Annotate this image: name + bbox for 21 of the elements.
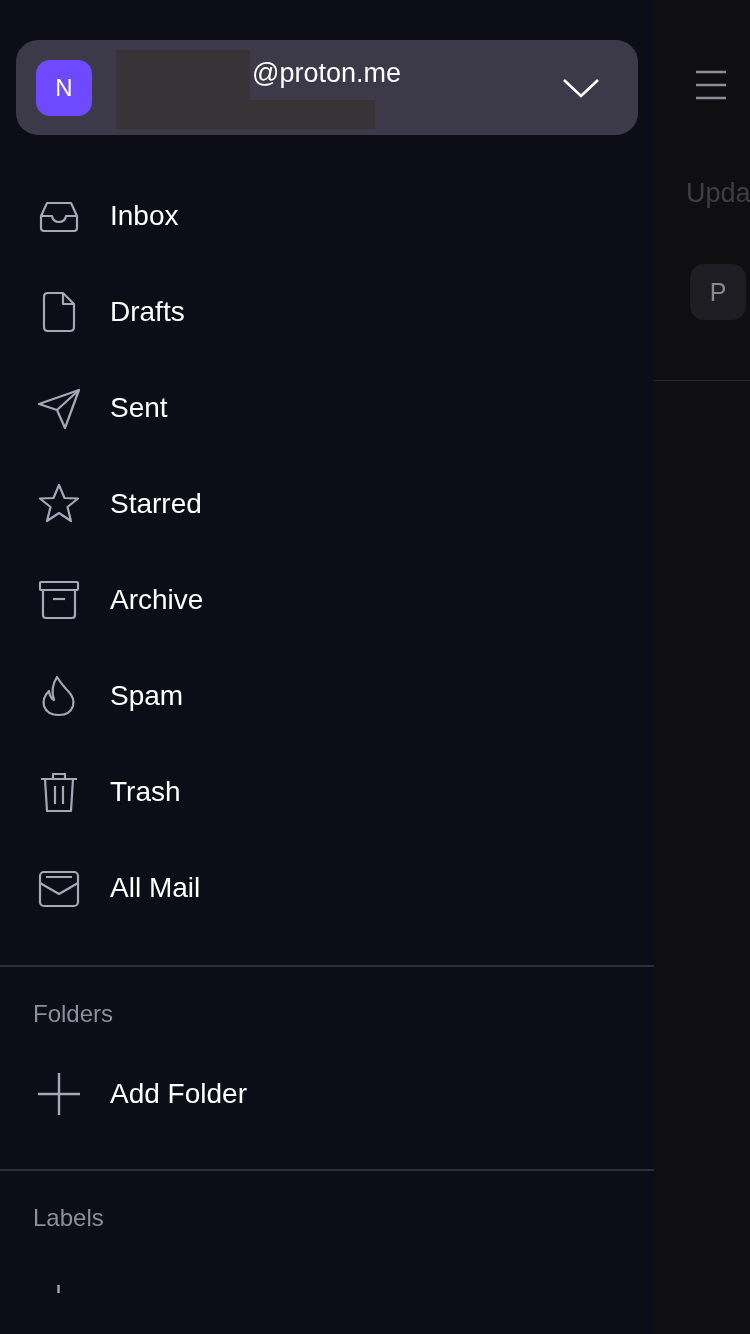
- avatar: P: [690, 264, 746, 320]
- menu-item[interactable]: Starred: [0, 456, 654, 552]
- account-email: @proton.me: [252, 58, 401, 89]
- section-title: Labels: [32, 1203, 105, 1233]
- avatar: N: [36, 59, 92, 116]
- menu-item[interactable]: Sent: [0, 360, 654, 456]
- menu-item[interactable]: Drafts: [0, 264, 654, 360]
- plus-icon: [37, 1072, 81, 1116]
- section-title: Folders: [32, 999, 115, 1029]
- archive-box-icon: [37, 578, 81, 622]
- plus-icon: [57, 1285, 60, 1293]
- paper-plane-icon: [37, 386, 81, 430]
- chevron-down-icon: [562, 77, 600, 98]
- menu-item[interactable]: Inbox: [0, 168, 654, 264]
- menu-item[interactable]: Trash: [0, 744, 654, 840]
- menu-item[interactable]: All Mail: [0, 840, 654, 936]
- menu-icon[interactable]: [695, 70, 727, 100]
- add-folder-item[interactable]: Add Folder: [0, 1046, 654, 1142]
- menu-item[interactable]: Archive: [0, 552, 654, 648]
- menu-item[interactable]: Spam: [0, 648, 654, 744]
- account-switcher[interactable]: N @proton.me: [16, 40, 638, 135]
